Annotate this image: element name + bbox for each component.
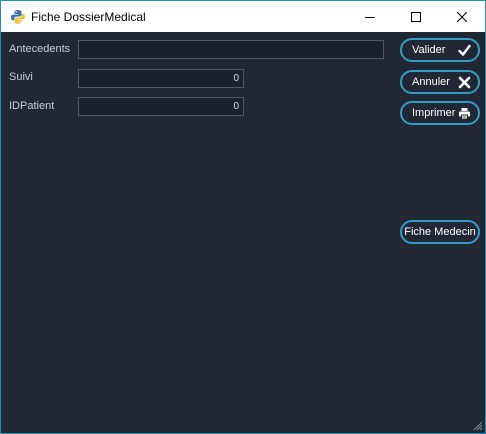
resize-grip-icon[interactable] (473, 421, 483, 431)
suivi-label: Suivi (9, 71, 33, 83)
dossier-medical-window: Fiche DossierMedical Antecedents Suivi 0… (0, 0, 486, 434)
suivi-field[interactable]: 0 (78, 69, 244, 88)
printer-icon (459, 108, 470, 120)
form-area: Antecedents Suivi 0 IDPatient 0 Valider … (1, 32, 485, 433)
python-icon (10, 9, 26, 25)
imprimer-button[interactable]: Imprimer (400, 101, 480, 125)
valider-label: Valider (412, 44, 446, 56)
annuler-button[interactable]: Annuler (400, 70, 480, 94)
maximize-icon (411, 11, 421, 22)
minimize-button[interactable] (347, 1, 393, 32)
annuler-label: Annuler (412, 76, 450, 88)
minimize-icon (365, 16, 375, 18)
check-icon (458, 44, 471, 56)
fiche-medecin-label: Fiche Medecin (404, 226, 476, 238)
idpatient-field[interactable]: 0 (78, 97, 244, 116)
idpatient-label: IDPatient (9, 100, 55, 112)
imprimer-label: Imprimer (412, 107, 456, 119)
close-window-button[interactable] (439, 1, 485, 32)
fiche-medecin-button[interactable]: Fiche Medecin (400, 220, 480, 244)
title-bar[interactable]: Fiche DossierMedical (1, 1, 485, 32)
antecedents-label: Antecedents (9, 43, 71, 55)
close-icon (457, 11, 467, 22)
maximize-button[interactable] (393, 1, 439, 32)
window-title: Fiche DossierMedical (31, 10, 146, 24)
antecedents-field[interactable] (78, 40, 384, 59)
valider-button[interactable]: Valider (400, 38, 480, 62)
close-icon (458, 76, 471, 89)
